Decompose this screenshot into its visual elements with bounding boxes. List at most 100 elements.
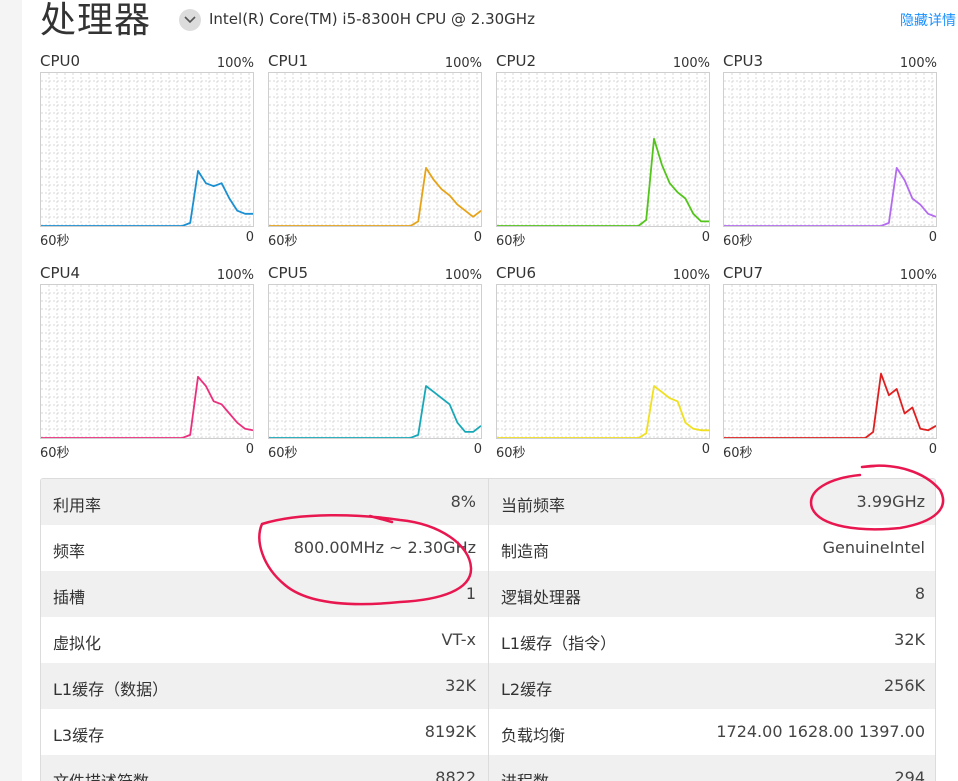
- info-row: 进程数 294: [489, 755, 935, 781]
- cpu-name-label: CPU7: [723, 264, 764, 282]
- cpu-min-label: 0: [928, 230, 937, 245]
- info-label: 虚拟化: [53, 634, 102, 653]
- cpu-min-label: 0: [928, 442, 937, 457]
- info-column-right: 当前频率 3.99GHz 制造商 GenuineIntel 逻辑处理器 8 L1缓存（指令）…: [489, 479, 935, 781]
- cpu-max-label: 100%: [672, 268, 710, 283]
- processor-info-table: 利用率 8% 频率 800.00MHz ~ 2.30GHz 插槽 1 虚拟化 VT-x L1缓存…: [40, 478, 936, 781]
- cpu-usage-graph: [496, 284, 710, 439]
- cpu-cell-1: CPU1 100% 60秒 0: [268, 50, 482, 250]
- cpu-name-label: CPU2: [496, 52, 537, 70]
- cpu-cell-3: CPU3 100% 60秒 0: [723, 50, 937, 250]
- info-label: 利用率: [53, 496, 102, 515]
- info-value: 3.99GHz: [856, 492, 925, 511]
- info-value: GenuineIntel: [822, 538, 925, 557]
- info-row: L3缓存 8192K: [41, 709, 488, 755]
- cpu-model-label: Intel(R) Core(TM) i5-8300H CPU @ 2.30GHz: [209, 10, 535, 28]
- info-label: L3缓存: [53, 726, 105, 745]
- cpu-time-label: 60秒: [268, 234, 298, 249]
- info-row: 文件描述符数 8822: [41, 755, 488, 781]
- cpu-usage-graph: [40, 284, 254, 439]
- cpu-max-label: 100%: [216, 268, 254, 283]
- info-label: 插槽: [53, 588, 86, 607]
- info-row: 插槽 1: [41, 571, 488, 617]
- info-value: 8%: [450, 492, 476, 511]
- info-value: 8192K: [424, 722, 476, 741]
- cpu-usage-graph: [268, 284, 482, 439]
- info-value: 32K: [445, 676, 476, 695]
- cpu-min-label: 0: [701, 442, 710, 457]
- cpu-max-label: 100%: [899, 268, 937, 283]
- cpu-usage-graph: [496, 72, 710, 227]
- cpu-cell-2: CPU2 100% 60秒 0: [496, 50, 710, 250]
- info-value: 32K: [894, 630, 925, 649]
- info-row: 虚拟化 VT-x: [41, 617, 488, 663]
- info-value: 8: [914, 584, 925, 603]
- cpu-cell-6: CPU6 100% 60秒 0: [496, 262, 710, 462]
- cpu-cell-5: CPU5 100% 60秒 0: [268, 262, 482, 462]
- cpu-cell-0: CPU0 100% 60秒 0: [40, 50, 254, 250]
- cpu-usage-graph: [723, 284, 937, 439]
- info-label: 频率: [53, 542, 86, 561]
- cpu-min-label: 0: [473, 442, 482, 457]
- info-label: 制造商: [501, 542, 550, 561]
- info-label: 进程数: [501, 768, 549, 781]
- cpu-max-label: 100%: [444, 56, 482, 71]
- cpu-usage-graph: [723, 72, 937, 227]
- cpu-select-button[interactable]: [179, 9, 201, 31]
- info-value: 294: [894, 768, 925, 781]
- cpu-max-label: 100%: [216, 56, 254, 71]
- cpu-usage-graph: [268, 72, 482, 227]
- info-value: 256K: [883, 676, 925, 695]
- cpu-name-label: CPU0: [40, 52, 81, 70]
- info-label: 当前频率: [501, 496, 566, 515]
- info-row: 利用率 8%: [41, 479, 488, 525]
- info-value: VT-x: [441, 630, 477, 649]
- info-row: 逻辑处理器 8: [489, 571, 935, 617]
- cpu-cell-4: CPU4 100% 60秒 0: [40, 262, 254, 462]
- page-title: 处理器: [40, 0, 152, 41]
- cpu-time-label: 60秒: [496, 234, 526, 249]
- info-label: 文件描述符数: [53, 768, 149, 781]
- cpu-time-label: 60秒: [723, 234, 753, 249]
- info-row: 频率 800.00MHz ~ 2.30GHz: [41, 525, 488, 571]
- cpu-max-label: 100%: [672, 56, 710, 71]
- cpu-max-label: 100%: [444, 268, 482, 283]
- processor-panel: 处理器 Intel(R) Core(TM) i5-8300H CPU @ 2.3…: [22, 0, 958, 781]
- cpu-min-label: 0: [473, 230, 482, 245]
- info-column-left: 利用率 8% 频率 800.00MHz ~ 2.30GHz 插槽 1 虚拟化 VT-x L1缓存…: [41, 479, 489, 781]
- header: 处理器 Intel(R) Core(TM) i5-8300H CPU @ 2.3…: [40, 0, 958, 46]
- info-row: L1缓存（数据） 32K: [41, 663, 488, 709]
- cpu-min-label: 0: [245, 230, 254, 245]
- info-value: 1: [465, 584, 476, 603]
- info-label: L1缓存（指令）: [501, 634, 617, 653]
- cpu-time-label: 60秒: [40, 234, 70, 249]
- info-row: L1缓存（指令） 32K: [489, 617, 935, 663]
- cpu-name-label: CPU3: [723, 52, 764, 70]
- cpu-cell-7: CPU7 100% 60秒 0: [723, 262, 937, 462]
- info-value: 1724.00 1628.00 1397.00: [716, 722, 925, 741]
- cpu-name-label: CPU6: [496, 264, 537, 282]
- hide-details-link[interactable]: 隐藏详情: [900, 10, 956, 30]
- info-row: 当前频率 3.99GHz: [489, 479, 935, 525]
- cpu-time-label: 60秒: [723, 446, 753, 461]
- cpu-time-label: 60秒: [40, 446, 70, 461]
- cpu-max-label: 100%: [899, 56, 937, 71]
- info-row: 负载均衡 1724.00 1628.00 1397.00: [489, 709, 935, 755]
- cpu-name-label: CPU4: [40, 264, 81, 282]
- info-label: L1缓存（数据）: [53, 680, 169, 699]
- cpu-min-label: 0: [701, 230, 710, 245]
- info-label: L2缓存: [501, 680, 553, 699]
- chevron-down-icon: [184, 16, 196, 24]
- cpu-usage-graph: [40, 72, 254, 227]
- cpu-time-label: 60秒: [496, 446, 526, 461]
- info-row: 制造商 GenuineIntel: [489, 525, 935, 571]
- cpu-time-label: 60秒: [268, 446, 298, 461]
- info-value: 8822: [435, 768, 476, 781]
- info-label: 逻辑处理器: [501, 588, 582, 607]
- cpu-name-label: CPU5: [268, 264, 309, 282]
- info-label: 负载均衡: [501, 726, 566, 745]
- cpu-graph-grid: CPU0 100% 60秒 0 CPU1 100% 60秒 0 CPU2 100% 60秒 0 CPU3…: [40, 50, 940, 462]
- cpu-name-label: CPU1: [268, 52, 309, 70]
- info-value: 800.00MHz ~ 2.30GHz: [293, 538, 476, 557]
- info-row: L2缓存 256K: [489, 663, 935, 709]
